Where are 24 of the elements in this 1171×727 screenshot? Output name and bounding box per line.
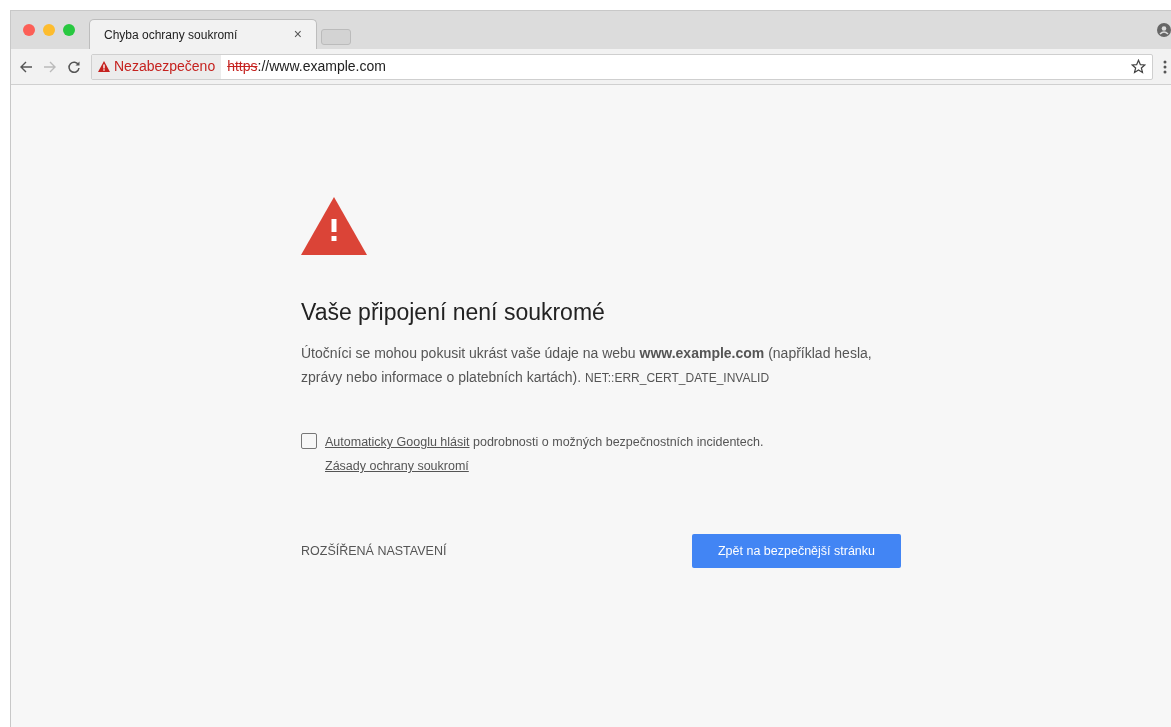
browser-tab[interactable]: Chyba ochrany soukromí × xyxy=(89,19,317,49)
advanced-button[interactable]: ROZŠÍŘENÁ NASTAVENÍ xyxy=(301,541,447,561)
star-icon[interactable] xyxy=(1131,59,1146,74)
page-heading: Vaše připojení není soukromé xyxy=(301,298,606,327)
report-description: podrobnosti o možných bezpečnostních incidentech. xyxy=(473,435,764,449)
security-label: Nezabezpečeno xyxy=(114,57,216,76)
profile-icon[interactable] xyxy=(1157,23,1171,37)
warning-icon xyxy=(301,197,367,255)
back-arrow-icon[interactable] xyxy=(19,59,33,74)
url-text: ://www.example.com xyxy=(257,57,386,76)
close-window-button[interactable] xyxy=(23,24,35,36)
back-to-safety-button[interactable]: Zpět na bezpečnější stránku xyxy=(692,534,901,568)
address-bar[interactable]: Nezabezpečeno https://www.example.com xyxy=(91,53,1153,80)
report-link[interactable]: Automaticky Googlu hlásit xyxy=(325,435,470,449)
error-description: Útočníci se mohou pokusit ukrást vaše údaje na webu www.example.com (například hesla, zprávy nebo informace o platebních kartách). NET::ERR_CERT_DATE_INVALID xyxy=(301,344,873,387)
tab-title: Chyba ochrany soukromí xyxy=(104,26,239,44)
tab-close-button[interactable]: × xyxy=(293,24,302,45)
report-checkbox[interactable] xyxy=(301,433,317,449)
menu-icon[interactable] xyxy=(1163,59,1167,74)
security-chip[interactable]: Nezabezpečeno xyxy=(92,54,222,79)
reload-icon[interactable] xyxy=(67,59,81,74)
privacy-policy-link[interactable]: Zásady ochrany soukromí xyxy=(325,459,469,473)
url-scheme: https xyxy=(227,57,258,76)
warning-icon xyxy=(98,61,110,72)
